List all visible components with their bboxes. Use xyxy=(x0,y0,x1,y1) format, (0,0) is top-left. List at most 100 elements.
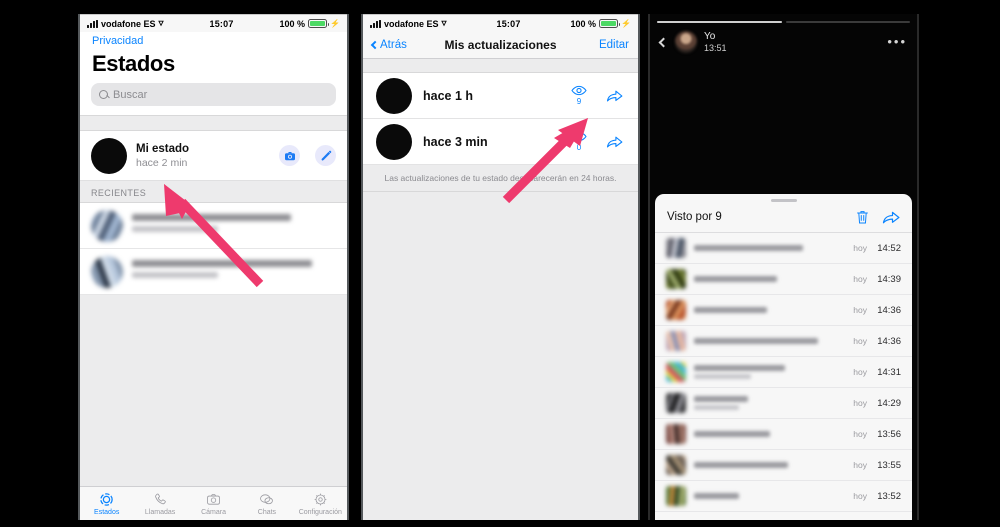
progress-segment xyxy=(785,21,910,23)
forward-button[interactable] xyxy=(882,210,900,225)
update-row[interactable]: hace 3 min 0 xyxy=(363,119,638,165)
tab-configuracion[interactable]: Configuración xyxy=(294,492,347,516)
viewer-row[interactable]: hoy 13:56 xyxy=(655,419,912,450)
list-item[interactable] xyxy=(80,249,347,295)
edit-status-button[interactable] xyxy=(315,145,336,166)
carrier-label: vodafone ES xyxy=(384,18,439,29)
search-icon xyxy=(99,90,108,99)
forward-button[interactable] xyxy=(603,135,625,149)
viewer-name-redacted xyxy=(694,396,845,410)
phone-icon xyxy=(154,493,166,505)
forward-arrow-icon xyxy=(606,136,622,147)
my-status-name: Mi estado xyxy=(136,142,190,155)
gear-icon xyxy=(314,493,327,506)
viewer-day-label: hoy xyxy=(853,305,867,315)
avatar xyxy=(666,362,686,382)
battery-icon xyxy=(599,19,621,28)
search-container: Buscar xyxy=(80,83,347,115)
viewer-name-redacted xyxy=(694,462,845,468)
avatar[interactable] xyxy=(91,137,127,174)
search-placeholder: Buscar xyxy=(113,88,148,101)
avatar xyxy=(666,238,686,258)
list-spacer xyxy=(363,59,638,73)
viewer-time: 13:51 xyxy=(704,43,727,53)
viewer-row[interactable]: hoy 14:31 xyxy=(655,357,912,388)
screenshot-canvas: vodafone ES ▿ 15:07 100 % ⚡ Privacidad E… xyxy=(0,0,1000,527)
viewer-day-label: hoy xyxy=(853,274,867,284)
status-thumbnail[interactable] xyxy=(376,123,412,160)
camera-icon xyxy=(284,151,295,160)
trash-icon xyxy=(857,211,868,224)
viewer-row[interactable]: hoy 14:36 xyxy=(655,295,912,326)
back-link-privacidad[interactable]: Privacidad xyxy=(80,32,347,47)
list-spacer xyxy=(80,115,347,131)
signal-bars-icon xyxy=(370,19,381,28)
chevron-left-icon[interactable] xyxy=(658,37,669,47)
tab-label: Llamadas xyxy=(144,508,176,516)
viewer-day-label: hoy xyxy=(853,336,867,346)
update-row[interactable]: hace 1 h 9 xyxy=(363,73,638,119)
chat-bubbles-icon xyxy=(260,494,274,505)
viewer-time-label: 13:55 xyxy=(877,459,901,471)
avatar xyxy=(666,455,686,475)
viewer-time-label: 14:31 xyxy=(877,366,901,378)
status-bar-time: 15:07 xyxy=(209,18,234,29)
avatar xyxy=(91,209,123,242)
viewer-day-label: hoy xyxy=(853,243,867,253)
view-count-button[interactable]: 9 xyxy=(566,85,592,106)
phone-screen-status-viewer: Yo 13:51 ••• Visto por 9 hoy 14:52 hoy 1… xyxy=(648,14,919,520)
status-bar: vodafone ES ▿ 15:07 100 % ⚡ xyxy=(80,14,347,32)
tab-chats[interactable]: Chats xyxy=(240,492,293,516)
viewer-row[interactable]: hoy 14:52 xyxy=(655,233,912,264)
viewer-row[interactable]: hoy 14:29 xyxy=(655,388,912,419)
viewer-time-label: 14:52 xyxy=(877,242,901,254)
list-item[interactable] xyxy=(80,203,347,249)
status-bar-time: 15:07 xyxy=(496,18,521,29)
viewer-header: Yo 13:51 ••• xyxy=(650,23,917,53)
search-input[interactable]: Buscar xyxy=(91,83,336,106)
section-header-recientes: RECIENTES xyxy=(80,181,347,203)
forward-button[interactable] xyxy=(603,89,625,103)
viewer-row[interactable]: hoy 14:36 xyxy=(655,326,912,357)
eye-icon xyxy=(571,85,587,96)
contact-name-redacted xyxy=(132,260,336,283)
viewer-time-label: 14:36 xyxy=(877,335,901,347)
footer-note: Las actualizaciones de tu estado desapar… xyxy=(363,165,638,192)
my-status-row[interactable]: Mi estado hace 2 min xyxy=(80,131,347,181)
status-bar: vodafone ES ▿ 15:07 100 % ⚡ xyxy=(363,14,638,32)
carrier-label: vodafone ES xyxy=(101,18,156,29)
phone-screen-estados: vodafone ES ▿ 15:07 100 % ⚡ Privacidad E… xyxy=(78,14,349,520)
viewer-row[interactable]: hoy 14:39 xyxy=(655,264,912,295)
viewer-time-label: 14:39 xyxy=(877,273,901,285)
viewer-day-label: hoy xyxy=(853,398,867,408)
camera-icon xyxy=(207,494,220,505)
page-title: Estados xyxy=(92,51,175,76)
viewer-row[interactable]: hoy 13:52 xyxy=(655,481,912,512)
status-thumbnail[interactable] xyxy=(376,77,412,114)
tab-camara[interactable]: Cámara xyxy=(187,492,240,516)
viewer-name-redacted xyxy=(694,338,845,344)
view-count: 0 xyxy=(576,143,582,152)
avatar xyxy=(666,300,686,320)
view-count-button[interactable]: 0 xyxy=(566,131,592,152)
viewer-day-label: hoy xyxy=(853,460,867,470)
delete-button[interactable] xyxy=(855,209,870,225)
more-options-icon[interactable]: ••• xyxy=(887,35,907,48)
tab-estados[interactable]: Estados xyxy=(80,492,133,516)
camera-button[interactable] xyxy=(279,145,300,166)
tab-label: Chats xyxy=(257,508,277,516)
viewer-day-label: hoy xyxy=(853,367,867,377)
nav-bar: Atrás Mis actualizaciones Editar xyxy=(363,32,638,59)
signal-bars-icon xyxy=(87,19,98,28)
avatar xyxy=(666,486,686,506)
viewer-name-redacted xyxy=(694,276,845,282)
viewer-name-redacted xyxy=(694,365,845,379)
edit-button[interactable]: Editar xyxy=(599,39,629,51)
avatar xyxy=(666,393,686,413)
viewer-row[interactable]: hoy 13:55 xyxy=(655,450,912,481)
tab-llamadas[interactable]: Llamadas xyxy=(133,492,186,516)
back-button[interactable]: Atrás xyxy=(370,39,407,51)
view-count: 9 xyxy=(576,97,582,106)
viewer-time-label: 13:52 xyxy=(877,490,901,502)
viewer-name-redacted xyxy=(694,493,845,499)
